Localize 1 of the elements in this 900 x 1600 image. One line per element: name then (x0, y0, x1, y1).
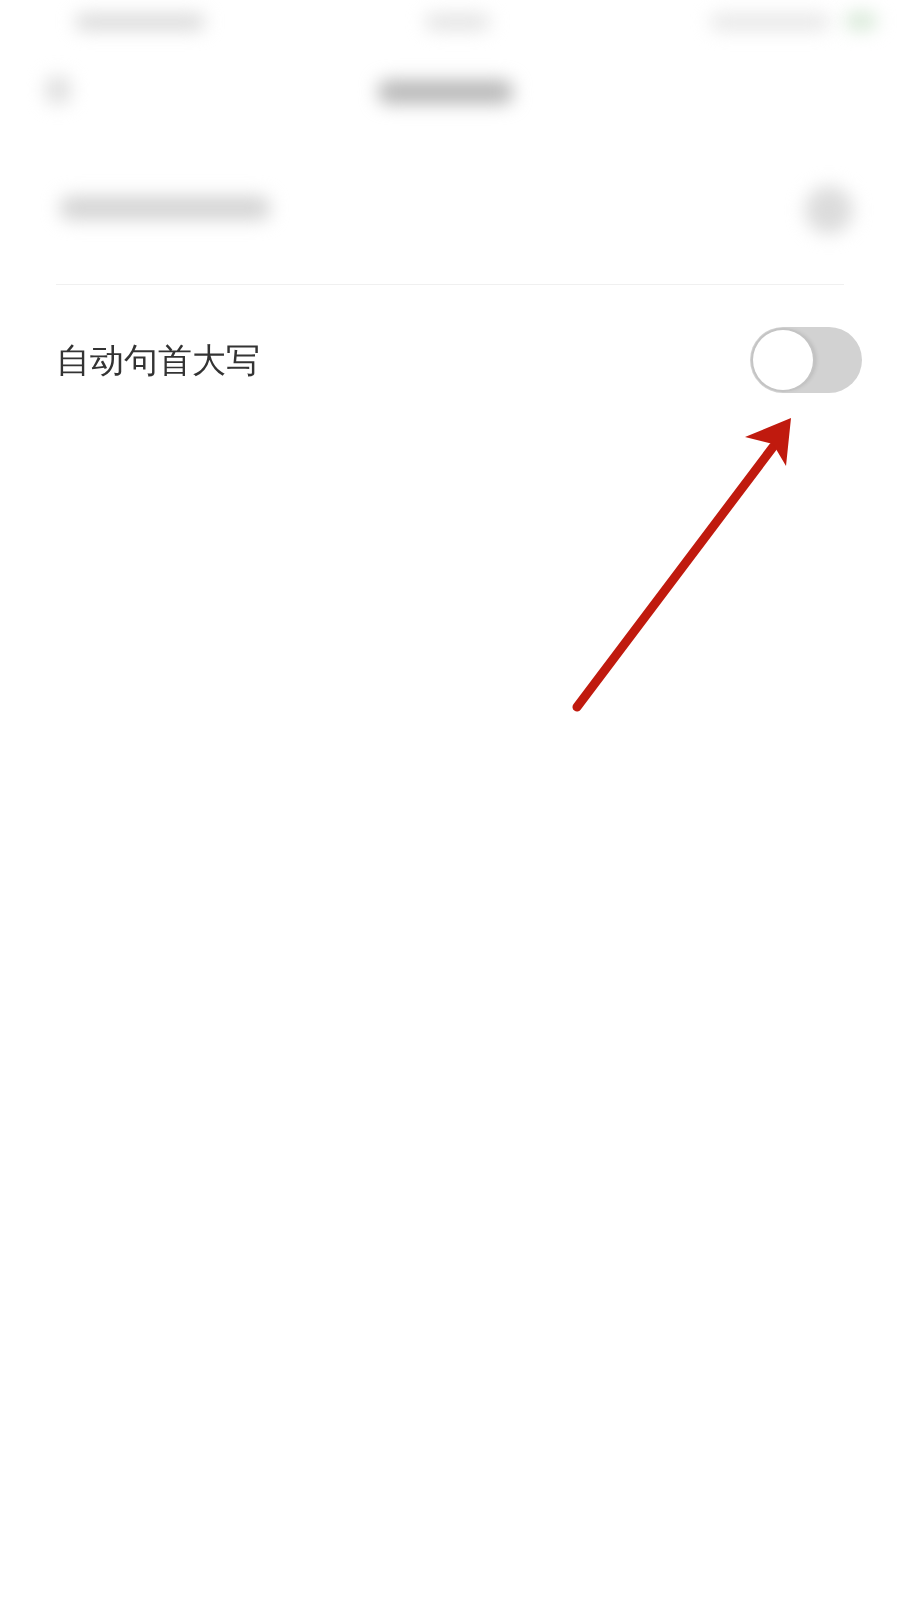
setting-label: 自动句首大写 (56, 339, 260, 381)
